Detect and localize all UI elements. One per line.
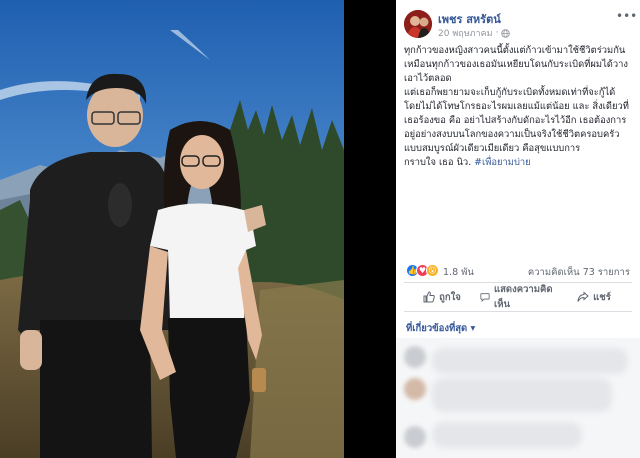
comment-button[interactable]: แสดงความคิดเห็น — [480, 282, 556, 312]
comment-label: แสดงความคิดเห็น — [493, 284, 553, 310]
comment-list — [396, 338, 640, 458]
comment-count[interactable]: ความคิดเห็น 73 รายการ — [528, 265, 630, 280]
share-button[interactable]: แชร์ — [556, 290, 632, 305]
commenter-avatar — [404, 426, 426, 448]
photo-margin — [344, 0, 396, 458]
comment-bubble — [432, 422, 582, 448]
post-photo[interactable] — [0, 0, 344, 458]
like-button[interactable]: ถูกใจ — [404, 290, 480, 305]
share-label: แชร์ — [593, 291, 611, 303]
post-closing: กราบใจ เธอ นิว. — [404, 157, 475, 168]
commenter-avatar — [404, 346, 426, 368]
share-arrow-icon — [577, 291, 589, 302]
post-paragraph-3: โดยไม่ได้โทษโกรธอะไรผมเลยแม้แต่น้อย และ … — [404, 101, 629, 154]
wow-reaction-icon: 😮 — [426, 264, 439, 277]
post-paragraph-2: แต่เธอก็พยายามจะเก็บกู้กับระเบิดทั้งหมดเ… — [404, 87, 616, 98]
thumbs-up-icon — [423, 291, 435, 303]
photo-viewer: เพชร สหรัตน์ 20 พฤษภาคม · ••• ทุกก้าวของ… — [0, 0, 640, 458]
comment-bubble-icon — [480, 293, 490, 302]
reaction-icons[interactable]: 👍 ♥ 😮 — [406, 264, 439, 277]
commenter-avatar — [404, 378, 426, 400]
post-hashtag[interactable]: #เพื่อยามบ่าย — [474, 157, 531, 168]
reaction-bar: 👍 ♥ 😮 1.8 พัน ความคิดเห็น 73 รายการ — [396, 262, 640, 280]
comment-bubble — [432, 348, 628, 374]
photo-illustration — [0, 0, 344, 458]
author-avatar[interactable] — [404, 10, 432, 38]
avatar-image — [404, 10, 432, 38]
post-actions: ถูกใจ แสดงความคิดเห็น แชร์ — [404, 282, 632, 312]
post-paragraph-1: ทุกก้าวของหญิงสาวคนนี้ตั้งแต่ก้าวเข้ามาใ… — [404, 45, 628, 84]
post-header: เพชร สหรัตน์ 20 พฤษภาคม · ••• — [396, 0, 640, 44]
comment-bubble — [432, 378, 612, 412]
comment-filter-dropdown[interactable]: ที่เกี่ยวข้องที่สุด ▾ — [406, 321, 475, 336]
like-label: ถูกใจ — [439, 291, 461, 303]
post-side-panel: เพชร สหรัตน์ 20 พฤษภาคม · ••• ทุกก้าวของ… — [396, 0, 640, 458]
more-options-icon[interactable]: ••• — [616, 10, 637, 22]
post-closing-line: กราบใจ เธอ นิว. #เพื่อยามบ่าย — [404, 156, 632, 170]
reaction-count[interactable]: 1.8 พัน — [443, 265, 474, 280]
post-body: ทุกก้าวของหญิงสาวคนนี้ตั้งแต่ก้าวเข้ามาใ… — [396, 44, 640, 170]
post-meta: 20 พฤษภาคม · — [438, 26, 511, 40]
post-date[interactable]: 20 พฤษภาคม — [438, 26, 493, 40]
globe-icon[interactable] — [501, 28, 511, 38]
